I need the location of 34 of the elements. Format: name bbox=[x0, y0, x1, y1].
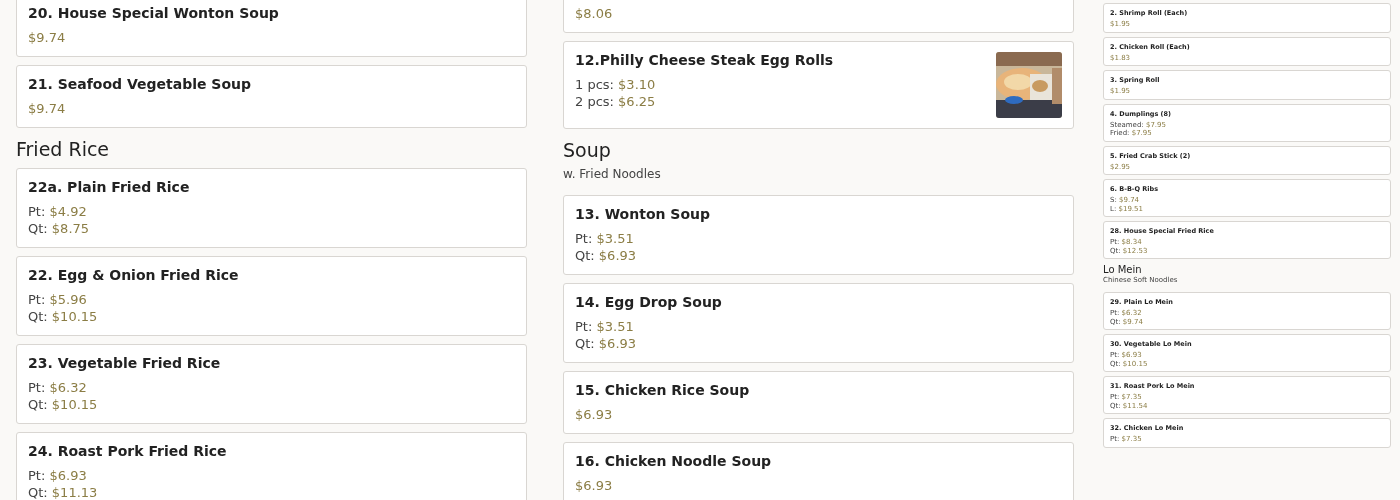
price-line: Qt: $10.15 bbox=[28, 308, 99, 325]
price-line: Pt: $4.92 bbox=[28, 203, 88, 220]
item-name: 12.Philly Cheese Steak Egg Rolls bbox=[575, 52, 834, 68]
price-line: Qt: $11.13 bbox=[28, 484, 99, 500]
price-line: Pt: $6.93 bbox=[28, 467, 88, 484]
item-name: 22. Egg & Onion Fried Rice bbox=[28, 267, 239, 283]
price-line: Qt: $8.75 bbox=[28, 220, 91, 237]
price-line: Pt: $6.32 bbox=[28, 379, 88, 396]
item-name: 23. Vegetable Fried Rice bbox=[28, 355, 221, 371]
section-heading: Lo Mein bbox=[1103, 264, 1143, 275]
item-price: $8.06 bbox=[575, 5, 613, 22]
section-subheading: w. Fried Noodles bbox=[563, 167, 662, 181]
item-price: $6.93 bbox=[575, 477, 614, 494]
price-line: Pt: $5.96 bbox=[28, 291, 88, 308]
price-line: Qt: $6.93 bbox=[575, 335, 638, 352]
item-price: $9.74 bbox=[28, 29, 67, 46]
item-name: 20. House Special Wonton Soup bbox=[28, 5, 279, 21]
item-price: $9.74 bbox=[28, 100, 67, 117]
item-name: 24. Roast Pork Fried Rice bbox=[28, 443, 227, 459]
section-heading: Fried Rice bbox=[16, 138, 111, 160]
price-line: 1 pcs: $3.10 bbox=[575, 76, 657, 93]
item-name: 22a. Plain Fried Rice bbox=[28, 179, 190, 195]
price-line: Qt: $10.15 bbox=[28, 396, 99, 413]
price-line: Pt: $3.51 bbox=[575, 230, 635, 247]
item-name: 14. Egg Drop Soup bbox=[575, 294, 722, 310]
item-name: 16. Chicken Noodle Soup bbox=[575, 453, 772, 469]
section-heading: Soup bbox=[563, 139, 612, 161]
price-line: 2 pcs: $6.25 bbox=[575, 93, 657, 110]
price-line: Pt: $3.51 bbox=[575, 318, 635, 335]
price-line: Qt: $6.93 bbox=[575, 247, 638, 264]
item-name: 21. Seafood Vegetable Soup bbox=[28, 76, 252, 92]
item-name: 13. Wonton Soup bbox=[575, 206, 711, 222]
item-name: 15. Chicken Rice Soup bbox=[575, 382, 750, 398]
item-price: $6.93 bbox=[575, 406, 614, 423]
